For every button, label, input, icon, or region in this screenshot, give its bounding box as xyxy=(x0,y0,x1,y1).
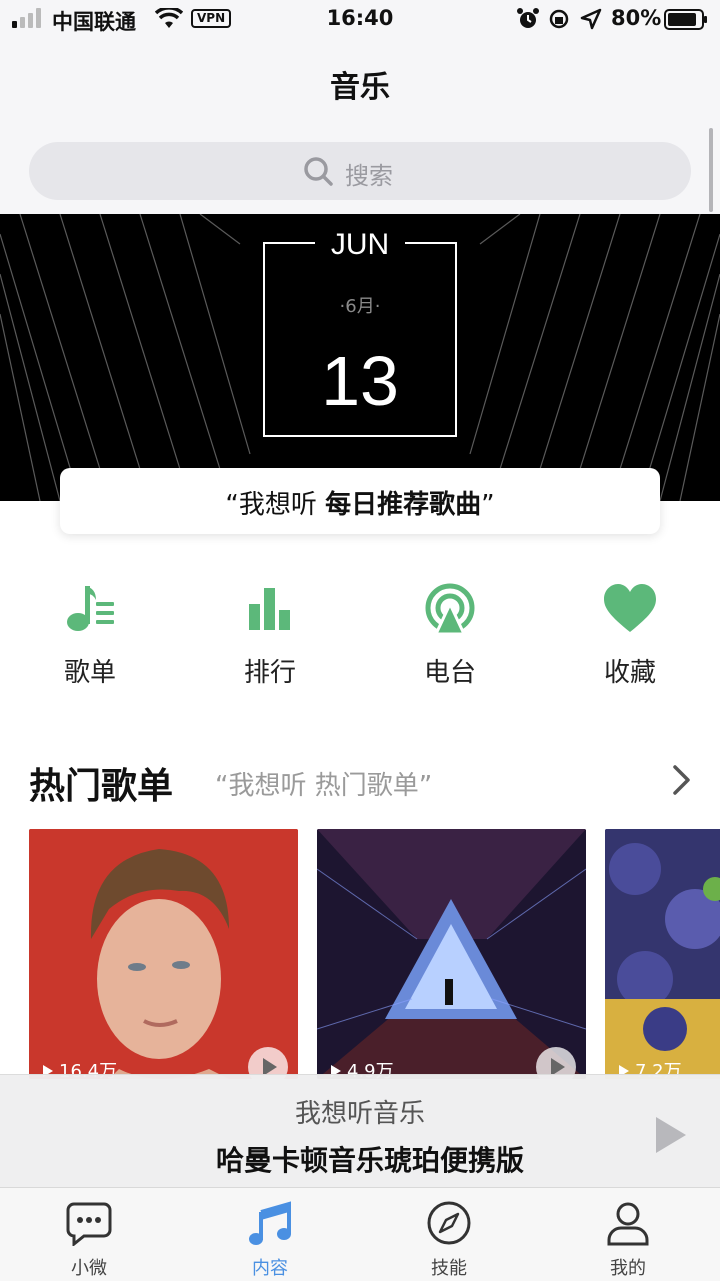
tab-content[interactable]: 内容 xyxy=(210,1188,330,1281)
playlist-cover-portrait xyxy=(29,829,298,1079)
tab-xiaowei[interactable]: 小微 xyxy=(29,1188,149,1281)
quick-nav-playlist[interactable]: 歌单 xyxy=(30,580,150,690)
chart-icon xyxy=(249,588,290,630)
playlist-cover-tunnel xyxy=(317,829,586,1079)
tab-label: 我的 xyxy=(610,1258,646,1279)
quick-nav-label: 排行 xyxy=(243,658,296,688)
section-title: 热门歌单 xyxy=(29,766,174,807)
section-subtitle: “我想听 热门歌单” xyxy=(215,771,433,801)
mini-player[interactable]: 我想听音乐 哈曼卡顿音乐琥珀便携版 xyxy=(0,1074,720,1187)
hot-playlists-header[interactable]: 热门歌单 “我想听 热门歌单” xyxy=(0,755,720,807)
calendar-date: JUN ·6月· 13 xyxy=(263,228,457,437)
daily-banner[interactable]: JUN ·6月· 13 xyxy=(0,214,720,501)
compass-icon xyxy=(427,1201,471,1245)
quick-nav-label: 电台 xyxy=(423,658,476,688)
rotation-lock-icon xyxy=(549,9,569,29)
month-chinese: ·6月· xyxy=(339,296,381,317)
quick-nav-radio[interactable]: 电台 xyxy=(390,580,510,690)
daily-recommend-card[interactable]: “我想听 每日推荐歌曲” xyxy=(60,468,660,534)
month-english: JUN xyxy=(315,228,405,262)
tab-skills[interactable]: 技能 xyxy=(389,1188,509,1281)
search-input[interactable]: 搜索 xyxy=(29,142,691,200)
heart-icon xyxy=(604,584,656,632)
hot-playlists-carousel[interactable]: 16.4万 4.9万 7.2万 xyxy=(0,829,720,1079)
scrollbar[interactable] xyxy=(709,128,713,212)
quick-nav-label: 歌单 xyxy=(63,658,116,688)
alarm-icon xyxy=(517,8,539,28)
tab-label: 小微 xyxy=(71,1258,107,1279)
page-title: 音乐 xyxy=(330,70,390,105)
daily-recommend-text: “我想听 每日推荐歌曲” xyxy=(225,490,495,520)
playlist-card[interactable]: 4.9万 xyxy=(317,829,586,1079)
person-icon xyxy=(607,1202,649,1246)
tab-label: 技能 xyxy=(431,1258,467,1279)
playlist-card[interactable]: 7.2万 xyxy=(605,829,720,1079)
tab-label: 内容 xyxy=(252,1258,288,1279)
quick-nav: 歌单 排行 电台 收藏 xyxy=(0,580,720,700)
search-area: 搜索 xyxy=(0,128,720,214)
tab-bar: 小微 内容 技能 我的 xyxy=(0,1187,720,1281)
music-note-icon xyxy=(249,1201,291,1245)
playlist-cover-illustration xyxy=(605,829,720,1079)
battery-icon xyxy=(664,9,707,30)
playlist-icon xyxy=(67,586,114,631)
search-placeholder: 搜索 xyxy=(345,162,393,190)
quick-nav-favorites[interactable]: 收藏 xyxy=(570,580,690,690)
day-number: 13 xyxy=(321,342,399,420)
playlist-card[interactable]: 16.4万 xyxy=(29,829,298,1079)
quick-nav-label: 收藏 xyxy=(603,658,656,688)
nav-bar: 音乐 xyxy=(0,40,720,128)
battery-percent: 80% xyxy=(611,6,662,30)
status-bar: 中国联通 VPN 16:40 80% xyxy=(0,0,720,40)
search-icon xyxy=(304,157,333,186)
location-icon xyxy=(580,8,602,30)
chevron-right-icon[interactable] xyxy=(670,763,694,797)
player-song-title: 哈曼卡顿音乐琥珀便携版 xyxy=(215,1144,524,1177)
chat-icon xyxy=(66,1202,112,1246)
tab-profile[interactable]: 我的 xyxy=(568,1188,688,1281)
radio-icon xyxy=(425,583,475,636)
quick-nav-chart[interactable]: 排行 xyxy=(210,580,330,690)
play-icon[interactable] xyxy=(654,1115,688,1155)
player-app-name: 我想听音乐 xyxy=(294,1099,425,1129)
